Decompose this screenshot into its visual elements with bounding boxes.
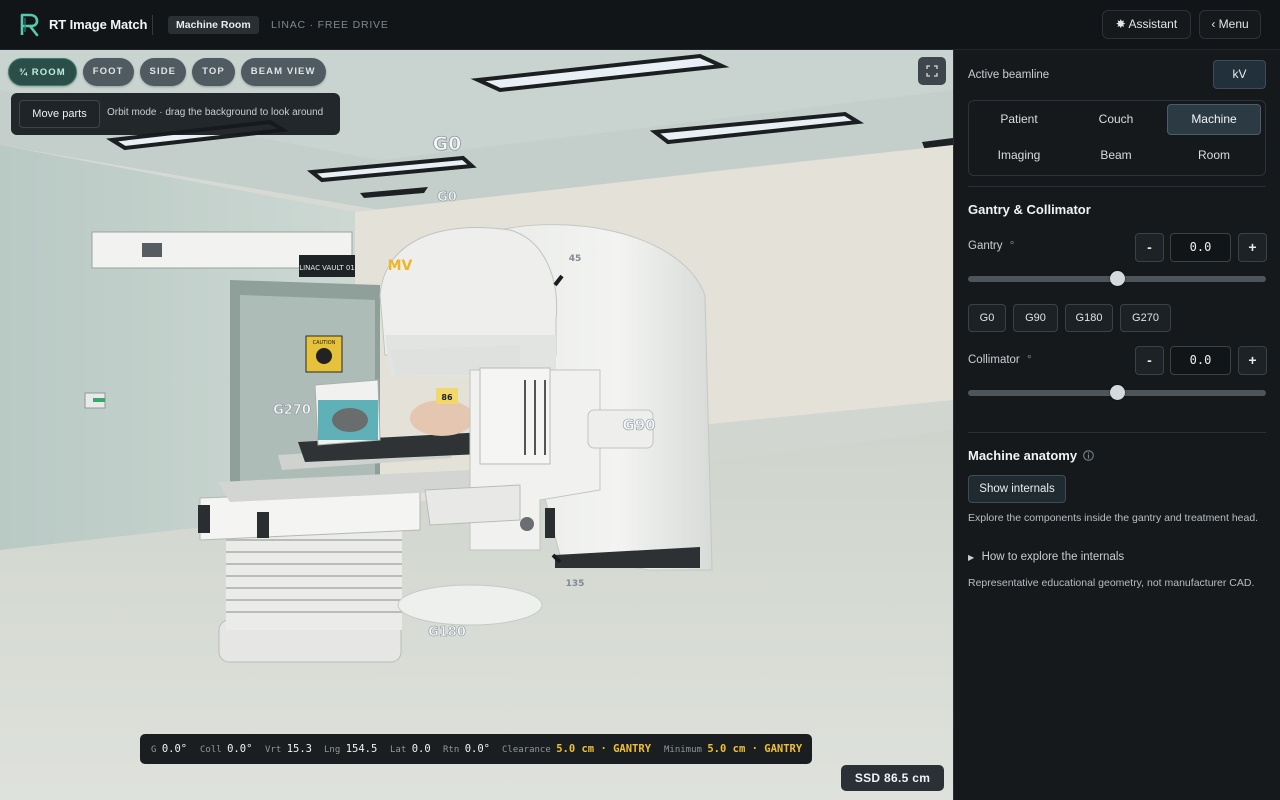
status-lat-value: 0.0 [411, 743, 431, 755]
tab-couch[interactable]: Couch [1069, 104, 1163, 135]
tab-machine[interactable]: Machine [1167, 104, 1261, 135]
g0-label: G0 [437, 190, 457, 205]
ssd-readout: SSD 86.5 cm [841, 765, 944, 791]
active-beamline-label: Active beamline [968, 69, 1050, 81]
section-chip[interactable]: Machine Room [168, 16, 259, 34]
gantry-increment-button[interactable]: + [1238, 233, 1267, 262]
preset-g180-button[interactable]: G180 [1065, 304, 1113, 332]
status-vrt-value: 15.3 [286, 743, 312, 755]
disclaimer-text: Representative educational geometry, not… [968, 577, 1255, 589]
anatomy-section-title: Machine anatomy [968, 448, 1078, 463]
view-button-side[interactable]: SIDE [139, 58, 187, 86]
preset-g0-button[interactable]: G0 [968, 304, 1006, 332]
collimator-label: Collimator [968, 354, 1020, 366]
gantry-slider-thumb[interactable] [1110, 271, 1125, 286]
status-rtn-label: Rtn [443, 745, 460, 755]
collimator-angle-input[interactable]: 0.0 [1170, 346, 1231, 375]
orbit-hint-panel: Move parts Orbit mode · drag the backgro… [11, 93, 340, 135]
g90-label: G90 [622, 416, 655, 434]
status-rtn-value: 0.0° [464, 743, 490, 755]
disclosure-triangle-icon: ▶ [968, 553, 975, 562]
tab-room[interactable]: Room [1167, 140, 1261, 171]
angle-135-label: 135 [566, 579, 585, 589]
preset-g90-button[interactable]: G90 [1013, 304, 1058, 332]
mv-label: MV [388, 258, 413, 274]
orbit-hint-text: Orbit mode · drag the background to look… [107, 107, 324, 118]
view-preset-bar: ¾ ROOM FOOT SIDE TOP BEAM VIEW [8, 58, 326, 86]
app-logo-icon [20, 13, 39, 37]
fullscreen-button[interactable] [918, 57, 946, 85]
panel-divider [968, 186, 1266, 187]
collimator-slider[interactable] [968, 385, 1266, 400]
show-internals-button[interactable]: Show internals [968, 475, 1066, 503]
how-to-disclosure[interactable]: ▶ How to explore the internals [968, 547, 1124, 565]
assistant-button[interactable]: ✸ Assistant [1102, 10, 1191, 39]
view-button-foot[interactable]: FOOT [82, 58, 134, 86]
top-bar: RT Image Match Machine Room LINAC · FREE… [0, 0, 1280, 50]
control-panel: Active beamline kV Patient Couch Machine… [953, 50, 1280, 800]
status-g-label: G [151, 745, 157, 755]
marker-86-label: 86 [441, 393, 453, 402]
gantry-label: Gantry [968, 240, 1003, 252]
anatomy-description: Explore the components inside the gantry… [968, 512, 1259, 524]
gantry-angle-input[interactable]: 0.0 [1170, 233, 1231, 262]
status-minimum-label: Minimum [664, 745, 702, 755]
move-parts-button[interactable]: Move parts [19, 100, 100, 128]
status-minimum-value: 5.0 cm · GANTRY [707, 743, 803, 755]
mode-label: LINAC · FREE DRIVE [271, 19, 389, 31]
3d-viewport[interactable]: LINAC VAULT 01 CAUTION 86 G0 G0 MV 45 G2… [0, 50, 953, 800]
gantry-unit: ° [1009, 240, 1015, 252]
panel-divider [968, 432, 1266, 433]
status-lng-value: 154.5 [345, 743, 378, 755]
tab-patient[interactable]: Patient [972, 104, 1066, 135]
status-clearance-label: Clearance [502, 745, 551, 755]
tab-beam[interactable]: Beam [1069, 140, 1163, 171]
g270-label: G270 [273, 403, 311, 418]
beamline-toggle-button[interactable]: kV [1213, 60, 1266, 89]
gantry-slider[interactable] [968, 271, 1266, 286]
top-separator [152, 15, 153, 35]
tab-imaging[interactable]: Imaging [972, 140, 1066, 171]
how-to-label: How to explore the internals [981, 551, 1125, 563]
caution-sign-text: CAUTION [313, 340, 336, 346]
collimator-decrement-button[interactable]: - [1135, 346, 1164, 375]
status-g-value: 0.0° [161, 743, 188, 755]
info-icon[interactable] [1083, 450, 1094, 461]
collimator-slider-thumb[interactable] [1110, 385, 1125, 400]
view-button-room[interactable]: ¾ ROOM [8, 58, 77, 86]
status-clearance-value: 5.0 cm · GANTRY [556, 743, 652, 755]
g180-label: G180 [428, 625, 466, 640]
view-button-top[interactable]: TOP [192, 58, 235, 86]
collimator-unit: ° [1026, 354, 1032, 366]
status-vrt-label: Vrt [265, 745, 282, 755]
vault-sign-text: LINAC VAULT 01 [299, 264, 355, 272]
preset-g270-button[interactable]: G270 [1120, 304, 1171, 332]
status-coll-label: Coll [200, 745, 222, 755]
menu-button[interactable]: ‹ Menu [1199, 10, 1261, 39]
gantry-section-title: Gantry & Collimator [968, 202, 1091, 217]
app-title: RT Image Match [49, 17, 148, 32]
angle-45-label: 45 [569, 254, 582, 264]
couch-status-bar: G 0.0° Coll 0.0° Vrt 15.3 Lng 154.5 Lat … [140, 734, 812, 764]
fullscreen-icon [926, 65, 938, 77]
status-lng-label: Lng [324, 745, 341, 755]
status-lat-label: Lat [390, 745, 407, 755]
status-coll-value: 0.0° [227, 743, 253, 755]
gantry-decrement-button[interactable]: - [1135, 233, 1164, 262]
treatment-room-scene[interactable]: LINAC VAULT 01 CAUTION 86 G0 G0 MV 45 G2… [0, 50, 953, 800]
panel-tabs: Patient Couch Machine Imaging Beam Room [968, 100, 1266, 176]
view-button-beam[interactable]: BEAM VIEW [240, 58, 326, 86]
g0-top-label: G0 [433, 133, 462, 155]
collimator-increment-button[interactable]: + [1238, 346, 1267, 375]
